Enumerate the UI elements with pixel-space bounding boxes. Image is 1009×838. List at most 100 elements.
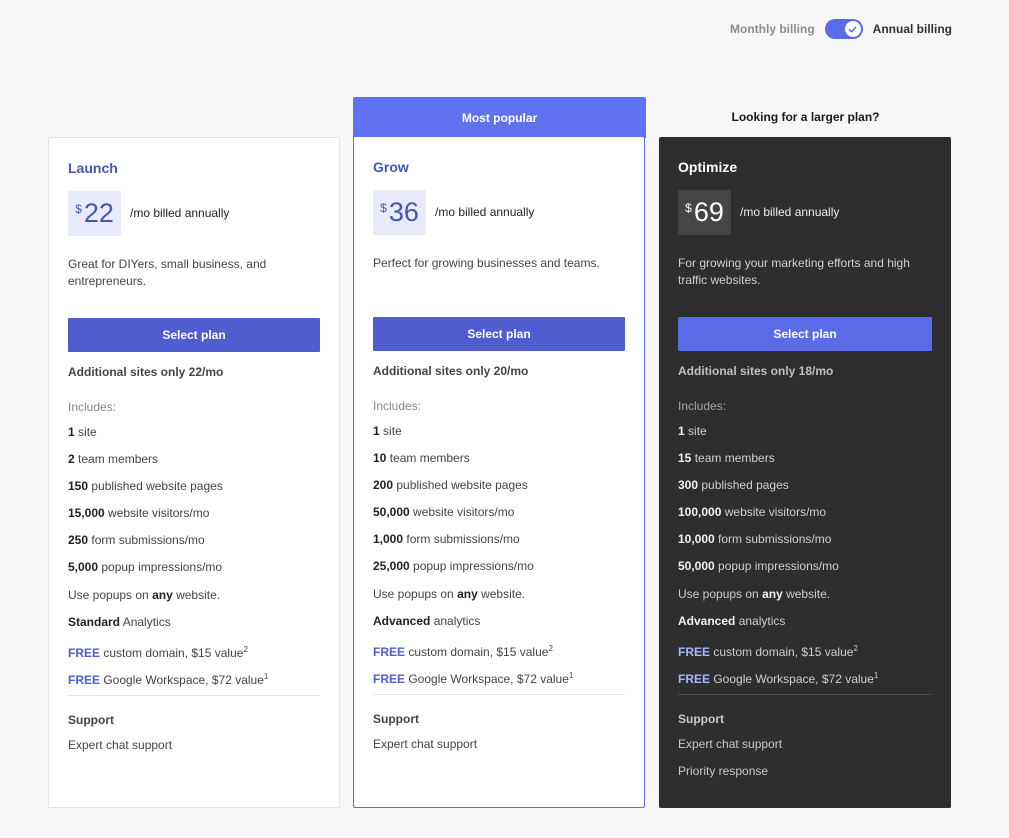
support-label: Support bbox=[68, 712, 114, 727]
billing-toggle: Monthly billing Annual billing bbox=[730, 19, 952, 39]
feature-value: 10 bbox=[373, 451, 387, 466]
free-badge: FREE bbox=[678, 671, 711, 686]
feature-text: team members bbox=[386, 451, 470, 466]
plan-card-grow: Grow $ 36 /mo billed annually Perfect fo… bbox=[353, 137, 645, 808]
most-popular-banner: Most popular bbox=[353, 97, 646, 138]
price-box: $ 22 bbox=[68, 190, 121, 236]
larger-plan-link[interactable]: Looking for a larger plan? bbox=[659, 97, 952, 137]
feature-list: 1 site 15 team members 300 published pages… bbox=[678, 423, 932, 694]
free-badge: FREE bbox=[373, 644, 406, 659]
price-row: $ 69 /mo billed annually bbox=[678, 189, 932, 235]
footnote-marker: 2 bbox=[548, 643, 553, 653]
plan-name: Launch bbox=[68, 160, 118, 176]
plan-name: Optimize bbox=[678, 159, 738, 175]
support-item: Expert chat support bbox=[678, 736, 783, 751]
footnote-marker: 1 bbox=[873, 670, 879, 680]
price-amount: 36 bbox=[388, 196, 419, 227]
plan-description: Great for DIYers, small business, and en… bbox=[68, 257, 267, 288]
feature-text: website. bbox=[172, 587, 221, 602]
select-plan-button[interactable]: Select plan bbox=[678, 317, 932, 351]
feature-value: Standard bbox=[68, 614, 121, 629]
feature-text: website visitors/mo bbox=[104, 506, 210, 521]
feature-value: 1,000 bbox=[373, 532, 404, 547]
price-amount: 69 bbox=[693, 196, 724, 227]
free-badge: FREE bbox=[68, 645, 101, 660]
price-row: $ 22 /mo billed annually bbox=[68, 190, 320, 236]
footnote-marker: 1 bbox=[263, 671, 269, 681]
annual-billing-label[interactable]: Annual billing bbox=[873, 22, 952, 36]
select-plan-button[interactable]: Select plan bbox=[68, 318, 320, 352]
feature-item: 300 published pages bbox=[678, 477, 932, 504]
feature-value: Advanced bbox=[678, 613, 736, 628]
feature-text: popup impressions/mo bbox=[409, 559, 534, 574]
feature-prefix: Use popups on bbox=[678, 586, 763, 601]
feature-text: custom domain, $15 value bbox=[100, 645, 244, 660]
feature-item: 50,000 website visitors/mo bbox=[373, 504, 625, 531]
feature-list: 1 site 10 team members 200 published websi… bbox=[373, 423, 625, 694]
monthly-billing-label[interactable]: Monthly billing bbox=[730, 22, 815, 36]
feature-item: 50,000 popup impressions/mo bbox=[678, 558, 932, 585]
divider bbox=[68, 694, 320, 696]
feature-text: form submissions/mo bbox=[88, 533, 205, 548]
plan-card-optimize: Optimize $ 69 /mo billed annually For gr… bbox=[659, 137, 951, 808]
feature-text: published pages bbox=[698, 478, 789, 493]
feature-item: Advanced analytics bbox=[373, 613, 625, 640]
feature-item: 15 team members bbox=[678, 450, 932, 477]
feature-text: analytics bbox=[430, 613, 481, 628]
select-plan-button[interactable]: Select plan bbox=[373, 317, 625, 351]
feature-text: published website pages bbox=[393, 478, 528, 493]
feature-value: 150 bbox=[68, 479, 89, 494]
support-label: Support bbox=[373, 711, 419, 726]
price-box: $ 36 bbox=[373, 189, 426, 235]
feature-text: popup impressions/mo bbox=[98, 560, 223, 575]
includes-label: Includes: bbox=[68, 400, 117, 414]
feature-text: Google Workspace, $72 value bbox=[405, 671, 569, 686]
plan-name: Grow bbox=[373, 159, 409, 175]
feature-item: 100,000 website visitors/mo bbox=[678, 504, 932, 531]
feature-text: website visitors/mo bbox=[409, 505, 515, 520]
feature-list: 1 site 2 team members 150 published websit… bbox=[68, 424, 320, 695]
divider bbox=[373, 693, 625, 695]
feature-text: published website pages bbox=[88, 479, 223, 494]
currency-symbol: $ bbox=[75, 201, 82, 216]
plan-description: For growing your marketing efforts and h… bbox=[678, 256, 910, 287]
footnote-marker: 1 bbox=[568, 670, 574, 680]
feature-item: FREE custom domain, $15 value2 bbox=[68, 641, 320, 668]
feature-text: Google Workspace, $72 value bbox=[710, 671, 874, 686]
feature-prefix: Use popups on bbox=[68, 587, 153, 602]
feature-value: 200 bbox=[373, 478, 394, 493]
switch-knob bbox=[844, 21, 861, 37]
feature-prefix: Use popups on bbox=[373, 586, 458, 601]
feature-text: team members bbox=[74, 452, 159, 467]
feature-value: 25,000 bbox=[373, 559, 410, 574]
feature-value: 2 bbox=[68, 452, 75, 467]
feature-item: 10 team members bbox=[373, 450, 625, 477]
divider bbox=[678, 693, 932, 695]
feature-item: 1,000 form submissions/mo bbox=[373, 531, 625, 558]
feature-item: 5,000 popup impressions/mo bbox=[68, 559, 320, 586]
feature-value: 5,000 bbox=[68, 560, 99, 575]
free-badge: FREE bbox=[373, 671, 406, 686]
feature-value: any bbox=[457, 586, 478, 601]
feature-item: Use popups on any website. bbox=[68, 587, 320, 614]
feature-item: FREE custom domain, $15 value2 bbox=[678, 640, 932, 667]
feature-value: 50,000 bbox=[678, 559, 715, 574]
free-badge: FREE bbox=[68, 672, 101, 687]
feature-value: 1 bbox=[678, 424, 685, 438]
feature-text: analytics bbox=[735, 613, 786, 628]
feature-item: 1 site bbox=[373, 423, 625, 450]
feature-text: custom domain, $15 value bbox=[405, 644, 549, 659]
includes-label: Includes: bbox=[678, 399, 727, 413]
feature-item: 2 team members bbox=[68, 451, 320, 478]
feature-text: Google Workspace, $72 value bbox=[100, 672, 264, 687]
feature-item: 250 form submissions/mo bbox=[68, 532, 320, 559]
includes-label: Includes: bbox=[373, 399, 422, 413]
feature-item: FREE Google Workspace, $72 value1 bbox=[678, 667, 932, 694]
feature-value: 15,000 bbox=[68, 506, 105, 521]
feature-item: 1 site bbox=[678, 423, 932, 450]
feature-text: form submissions/mo bbox=[714, 532, 832, 547]
billing-switch[interactable] bbox=[824, 19, 863, 39]
billing-period: /mo billed annually bbox=[435, 205, 535, 219]
feature-text: website. bbox=[782, 586, 831, 601]
feature-value: 50,000 bbox=[373, 505, 410, 520]
